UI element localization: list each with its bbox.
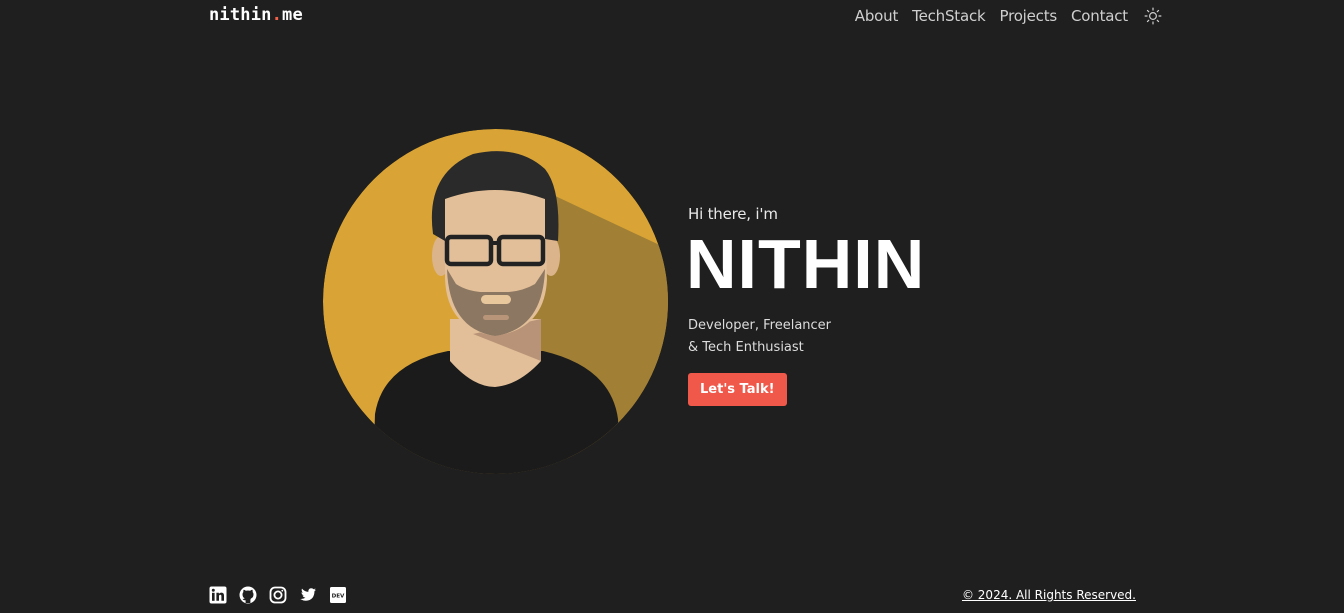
main-nav: About TechStack Projects Contact xyxy=(855,7,1162,25)
hero-tagline: Developer, Freelancer & Tech Enthusiast xyxy=(688,315,925,359)
hero-name: NITHIN xyxy=(686,225,926,303)
nav-contact[interactable]: Contact xyxy=(1071,7,1128,25)
avatar-illustration xyxy=(323,129,668,474)
logo-ext: me xyxy=(282,5,303,25)
instagram-icon[interactable] xyxy=(269,586,287,604)
dev-icon[interactable]: DEV xyxy=(329,586,347,604)
copyright-link[interactable]: © 2024. All Rights Reserved. xyxy=(962,588,1136,602)
site-logo[interactable]: nithin.me xyxy=(209,5,303,25)
logo-main: nithin xyxy=(209,5,272,25)
twitter-icon[interactable] xyxy=(299,586,317,604)
hero-section: Hi there, i'm NITHIN Developer, Freelanc… xyxy=(686,205,926,406)
nav-projects[interactable]: Projects xyxy=(999,7,1057,25)
nav-techstack[interactable]: TechStack xyxy=(912,7,986,25)
hero-greeting: Hi there, i'm xyxy=(688,205,778,223)
nav-about[interactable]: About xyxy=(855,7,899,25)
github-icon[interactable] xyxy=(239,586,257,604)
tagline-line-1: Developer, Freelancer xyxy=(688,318,832,333)
sun-icon[interactable] xyxy=(1144,7,1162,25)
logo-dot: . xyxy=(271,5,283,25)
lets-talk-button[interactable]: Let's Talk! xyxy=(688,373,787,406)
svg-text:DEV: DEV xyxy=(332,594,345,600)
linkedin-icon[interactable] xyxy=(209,586,227,604)
tagline-line-2: & Tech Enthusiast xyxy=(688,340,804,355)
social-links: DEV xyxy=(209,586,347,604)
